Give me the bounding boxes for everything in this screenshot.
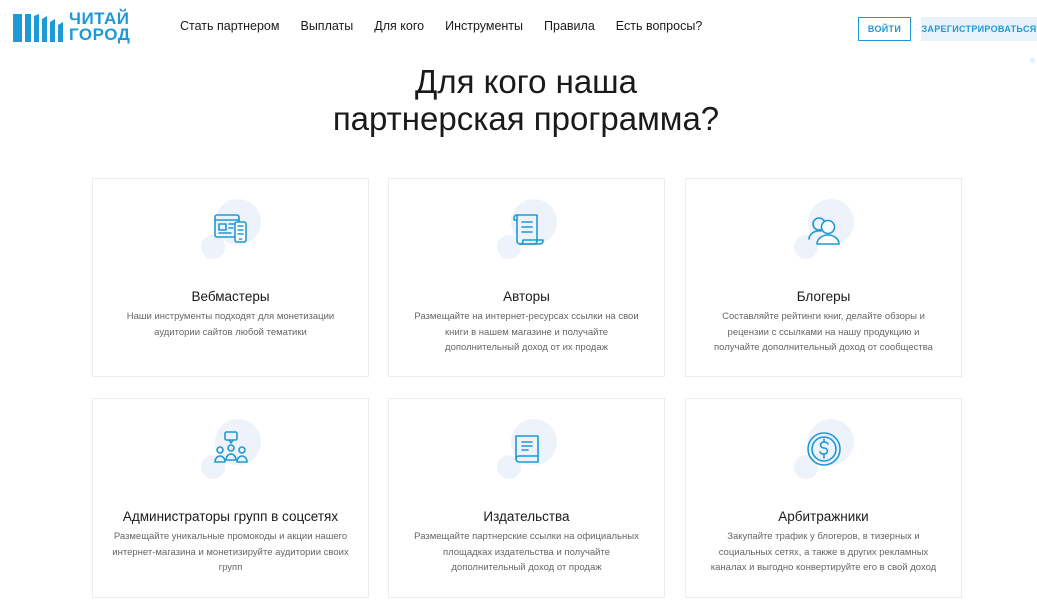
nav-item-rules[interactable]: Правила — [544, 19, 595, 33]
nav-item-become-partner[interactable]: Стать партнером — [180, 19, 279, 33]
page-title-line1: Для кого наша — [414, 63, 638, 100]
logo-mark-icon — [13, 14, 63, 42]
card-description: Закупайте трафик у блогеров, в тизерных … — [710, 531, 937, 573]
register-button[interactable]: ЗАРЕГИСТРИРОВАТЬСЯ — [921, 17, 1037, 41]
dollar-coin-icon — [806, 432, 841, 466]
card-authors: Авторы Размещайте на интернет-ресурсах с… — [388, 178, 665, 377]
card-icon-wrap — [200, 419, 261, 479]
logo-line2: ГОРОД — [69, 25, 131, 44]
card-description: Размещайте на интернет-ресурсах ссылки н… — [414, 311, 639, 353]
logo[interactable]: ЧИТАЙ ГОРОД — [13, 10, 130, 44]
book-icon — [514, 435, 539, 463]
card-webmasters: Вебмастеры Наши инструменты подходят для… — [92, 178, 369, 377]
card-icon-wrap — [496, 199, 557, 259]
nav-item-tools[interactable]: Инструменты — [445, 19, 523, 33]
card-icon-wrap — [793, 199, 854, 259]
card-icon-wrap — [496, 419, 557, 479]
card-arbitrage: Арбитражники Закупайте трафик у блогеров… — [685, 398, 962, 598]
card-description: Размещайте партнерские ссылки на официал… — [414, 531, 639, 573]
scroll-document-icon — [512, 214, 544, 245]
nav-item-for-whom[interactable]: Для кого — [374, 19, 424, 33]
card-title: Авторы — [503, 289, 550, 304]
login-button[interactable]: ВОЙТИ — [858, 17, 911, 41]
card-group-admins: Администраторы групп в соцсетях Размещай… — [92, 398, 369, 598]
logo-text: ЧИТАЙ ГОРОД — [69, 10, 131, 44]
browser-mobile-icon — [213, 214, 247, 243]
page-title: Для кого наша партнерская программа? — [0, 63, 1037, 137]
card-title: Издательства — [483, 509, 570, 524]
card-title: Арбитражники — [778, 509, 869, 524]
page-title-line2: партнерская программа? — [332, 100, 720, 137]
group-chat-icon — [213, 431, 248, 463]
card-title: Администраторы групп в соцсетях — [122, 509, 339, 524]
card-publishers: Издательства Размещайте партнерские ссыл… — [388, 398, 665, 598]
card-bloggers: Блогеры Составляйте рейтинги книг, делай… — [685, 178, 962, 377]
card-title: Вебмастеры — [191, 289, 270, 304]
nav-item-faq[interactable]: Есть вопросы? — [616, 19, 702, 33]
card-description: Наши инструменты подходят для монетизаци… — [126, 311, 335, 338]
card-description: Размещайте уникальные промокоды и акции … — [112, 531, 349, 573]
nav-item-payouts[interactable]: Выплаты — [300, 19, 353, 33]
users-icon — [807, 217, 840, 245]
card-title: Блогеры — [796, 289, 851, 304]
card-icon-wrap — [200, 199, 261, 259]
card-description: Составляйте рейтинги книг, делайте обзор… — [714, 311, 933, 353]
header: ЧИТАЙ ГОРОД Стать партнером Выплаты Для … — [0, 0, 1037, 58]
card-icon-wrap — [793, 419, 854, 479]
main-nav: Стать партнером Выплаты Для кого Инструм… — [180, 19, 723, 33]
